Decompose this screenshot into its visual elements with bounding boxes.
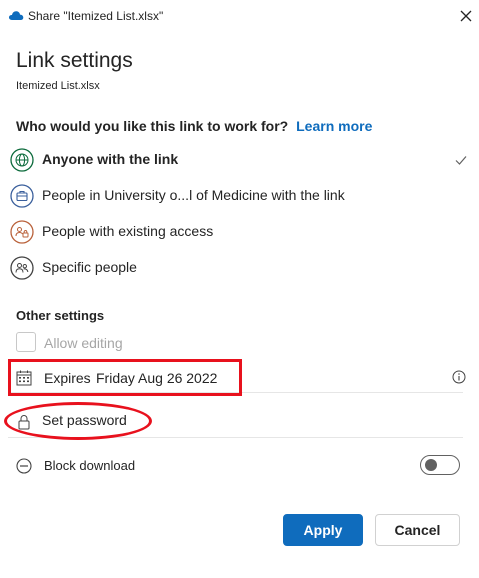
block-download-label: Block download [44, 458, 136, 473]
divider [8, 437, 463, 438]
allow-editing-label: Allow editing [44, 335, 123, 351]
set-password-label: Set password [42, 412, 127, 428]
onedrive-cloud-icon [8, 11, 24, 20]
option-anyone-with-link[interactable]: Anyone with the link [8, 143, 470, 177]
cancel-button[interactable]: Cancel [375, 514, 460, 546]
window-title: Share "Itemized List.xlsx" [28, 9, 164, 23]
block-download-row: Block download [8, 444, 470, 488]
file-name: Itemized List.xlsx [16, 80, 100, 92]
people-lock-icon [10, 220, 34, 244]
apply-button[interactable]: Apply [283, 514, 363, 546]
expiration-row[interactable]: Expires Friday Aug 26 2022 [8, 356, 470, 400]
option-people-in-organization[interactable]: People in University o...l of Medicine w… [8, 179, 470, 213]
option-label: Specific people [42, 259, 137, 275]
calendar-icon [16, 370, 32, 386]
other-settings-heading: Other settings [16, 308, 105, 323]
option-label: Anyone with the link [42, 151, 179, 167]
option-specific-people[interactable]: Specific people [8, 251, 470, 285]
expiration-date-value[interactable]: Friday Aug 26 2022 [96, 370, 217, 386]
checkmark-icon [455, 156, 467, 165]
toggle-knob [425, 459, 437, 471]
option-label: People in University o...l of Medicine w… [42, 187, 345, 203]
checkbox-box[interactable] [16, 332, 36, 352]
block-download-toggle[interactable] [420, 455, 460, 475]
expires-label: Expires [44, 370, 91, 386]
option-label: People with existing access [42, 223, 214, 239]
people-icon [10, 256, 34, 280]
block-icon [16, 458, 32, 474]
option-people-with-existing-access[interactable]: People with existing access [8, 215, 470, 249]
info-icon[interactable] [452, 370, 466, 384]
audience-question-text: Who would you like this link to work for… [16, 118, 289, 134]
globe-icon [10, 148, 34, 172]
title-bar: Share "Itemized List.xlsx" [0, 0, 479, 32]
lock-icon [18, 415, 30, 430]
audience-question: Who would you like this link to work for… [16, 118, 372, 134]
briefcase-icon [10, 184, 34, 208]
page-title: Link settings [16, 49, 133, 72]
allow-editing-checkbox[interactable]: Allow editing [16, 331, 316, 355]
divider [8, 392, 463, 393]
learn-more-link[interactable]: Learn more [296, 118, 372, 134]
close-icon[interactable] [456, 6, 476, 26]
